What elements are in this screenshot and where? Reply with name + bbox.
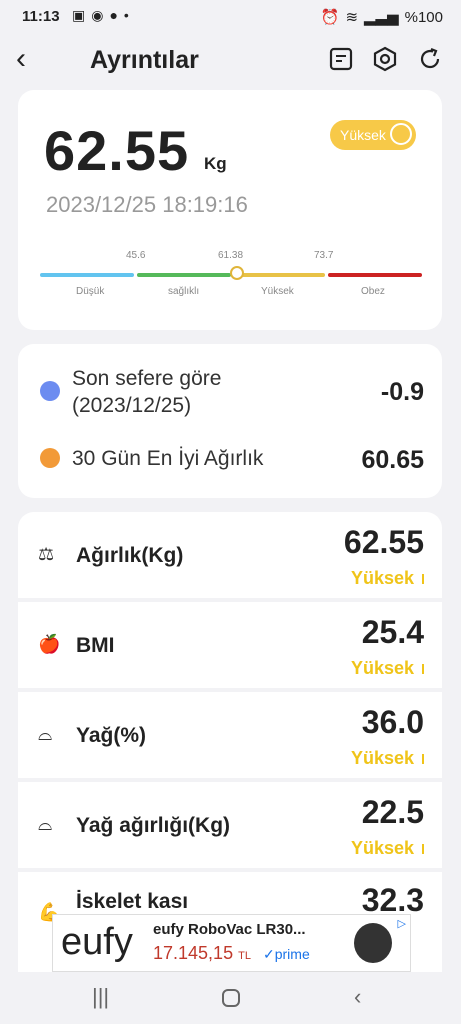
comparison-card: Son sefere göre (2023/12/25) -0.9 30 Gün… — [18, 344, 442, 498]
edit-note-icon[interactable] — [328, 46, 354, 72]
last-comparison-label-1: Son sefere göre — [72, 367, 222, 390]
metric-name: Yağ ağırlığı(Kg) — [76, 814, 231, 837]
metric-name: Yağ(%) — [76, 724, 147, 747]
range-low — [40, 273, 134, 277]
metric-row-weight[interactable]: ⚖ Ağırlık(Kg) 62.55 Yüksek — [18, 512, 442, 598]
measurement-datetime: 2023/12/25 18:19:16 — [46, 192, 248, 217]
range-label: sağlıklı — [168, 286, 200, 297]
metric-row-fat[interactable]: ⌓ Yağ(%) 36.0 Yüksek — [18, 692, 442, 778]
current-weight-marker — [230, 266, 244, 280]
system-icons: ⏰ ≋ ▂▃▅ %100 — [320, 8, 443, 27]
best-weight-label: 30 Gün En İyi Ağırlık — [72, 447, 264, 470]
best-weight-row: 30 Gün En İyi Ağırlık 60.65 — [18, 424, 442, 498]
scale-icon: ⚖ — [38, 544, 55, 564]
ad-price: 17.145,15 TL — [153, 943, 251, 963]
metric-status: Yüksek — [350, 748, 414, 768]
refresh-icon[interactable] — [417, 46, 443, 72]
wifi-icon: ≋ — [345, 9, 359, 26]
settings-icon[interactable] — [372, 46, 398, 72]
ad-product-name: eufy RoboVac LR30... — [153, 921, 306, 938]
compare-icon — [40, 381, 60, 401]
dot-icon: • — [123, 7, 129, 23]
weight-summary-card: 62.55 Kg Yüksek 2023/12/25 18:19:16 45.6… — [18, 90, 442, 330]
weight-unit: Kg — [204, 154, 227, 173]
ad-banner[interactable]: eufy eufy RoboVac LR30... 17.145,15 TL ✓… — [52, 914, 411, 972]
last-comparison-row: Son sefere göre (2023/12/25) -0.9 — [18, 344, 442, 424]
body-fat-icon: ⌓ — [38, 724, 53, 744]
metric-value: 22.5 — [361, 794, 424, 830]
signal-icon: ▂▃▅ — [364, 9, 399, 26]
range-high — [234, 273, 325, 277]
range-label: Yüksek — [261, 286, 294, 297]
apple-icon: 🍎 — [38, 634, 61, 654]
metric-status-bar — [422, 574, 424, 584]
metric-name: BMI — [76, 634, 115, 657]
metric-status-bar — [422, 664, 424, 674]
metric-name: Ağırlık(Kg) — [76, 544, 184, 567]
flame-icon — [40, 448, 60, 468]
range-healthy — [137, 273, 231, 277]
metric-value: 36.0 — [361, 704, 424, 740]
weight-value: 62.55 — [44, 119, 190, 182]
status-badge: Yüksek — [330, 120, 416, 150]
range-obese — [328, 273, 422, 277]
battery-percent: %100 — [404, 8, 443, 26]
alarm-icon: ⏰ — [320, 9, 340, 26]
back-button[interactable]: ‹ — [16, 44, 26, 74]
ad-product-image — [354, 923, 392, 963]
home-icon[interactable] — [221, 988, 241, 1008]
ad-info-icon[interactable]: ▷ — [398, 917, 406, 930]
metric-status: Yüksek — [350, 838, 414, 858]
last-comparison-label-2: (2023/12/25) — [72, 394, 192, 417]
back-nav-icon[interactable]: ‹ — [354, 984, 361, 1010]
page-title: Ayrıntılar — [90, 46, 199, 74]
sad-face-icon — [390, 123, 412, 145]
metric-status: Yüksek — [350, 568, 414, 588]
system-nav-bar: ||| ‹ — [0, 974, 461, 1024]
body-fat-weight-icon: ⌓ — [38, 814, 53, 834]
scale-tick: 45.6 — [126, 250, 146, 261]
scale-tick: 61.38 — [218, 250, 244, 261]
status-bar: 11:13 ▣ ◉ ● • ⏰ ≋ ▂▃▅ %100 — [0, 0, 461, 34]
scale-tick: 73.7 — [314, 250, 334, 261]
metric-status-bar — [422, 844, 424, 854]
sync-icon: ◉ — [91, 7, 104, 23]
metric-status-bar — [422, 754, 424, 764]
gallery-icon: ▣ — [72, 7, 86, 23]
notification-icons: ▣ ◉ ● • — [72, 7, 129, 24]
status-time: 11:13 — [22, 8, 60, 25]
ad-prime-badge: ✓prime — [263, 946, 310, 962]
metric-status: Yüksek — [350, 658, 414, 678]
best-weight-value: 60.65 — [361, 446, 424, 474]
range-label: Obez — [361, 286, 385, 297]
metric-value: 62.55 — [343, 524, 424, 560]
message-icon: ● — [109, 7, 118, 23]
last-comparison-value: -0.9 — [380, 378, 424, 406]
metric-row-fat-weight[interactable]: ⌓ Yağ ağırlığı(Kg) 22.5 Yüksek — [18, 782, 442, 868]
range-label: Düşük — [76, 286, 105, 297]
metric-name: İskelet kası — [76, 890, 189, 913]
metric-row-bmi[interactable]: 🍎 BMI 25.4 Yüksek — [18, 602, 442, 688]
ad-brand-logo: eufy — [61, 921, 133, 963]
recent-apps-icon[interactable]: ||| — [92, 984, 109, 1010]
status-badge-label: Yüksek — [340, 127, 386, 143]
app-header: ‹ Ayrıntılar — [0, 38, 461, 82]
metric-value: 25.4 — [361, 614, 424, 650]
